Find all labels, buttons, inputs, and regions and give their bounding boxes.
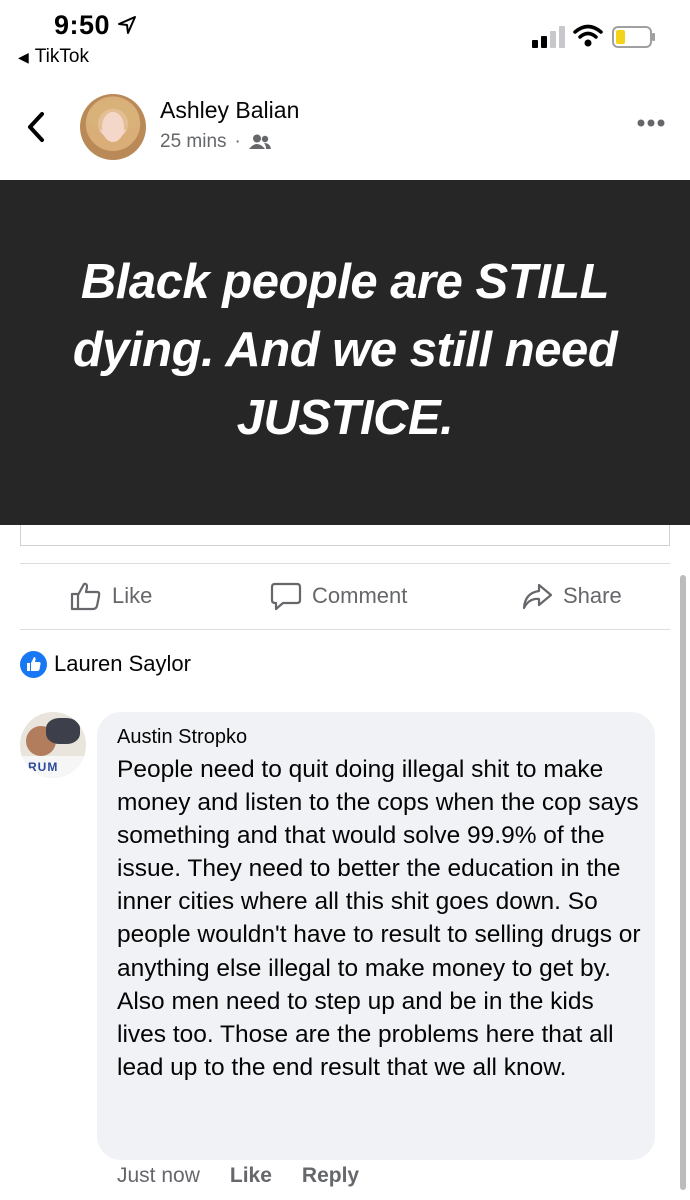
comment-bubble-icon [270, 582, 302, 611]
comment-button[interactable]: Comment [270, 580, 407, 612]
author-avatar[interactable] [80, 94, 146, 160]
comment-text: People need to quit doing illegal shit t… [117, 756, 641, 1081]
divider-top [20, 563, 670, 564]
share-label: Share [563, 583, 622, 608]
comment-like-button[interactable]: Like [230, 1164, 272, 1188]
back-triangle-icon: ◀ [18, 48, 29, 65]
meta-separator: · [234, 131, 241, 152]
comment-reply-button[interactable]: Reply [302, 1164, 359, 1188]
battery-icon [612, 26, 655, 48]
thumbs-up-icon [70, 582, 101, 611]
commenter-name[interactable]: Austin Stropko [117, 726, 247, 749]
post-card-edge [20, 525, 670, 546]
like-button[interactable]: Like [70, 580, 152, 612]
back-chevron-icon[interactable] [24, 110, 48, 144]
post-time: 25 mins [160, 131, 227, 152]
share-button[interactable]: Share [521, 580, 622, 612]
friends-audience-icon[interactable] [248, 134, 271, 150]
reactor-name[interactable]: Lauren Saylor [54, 651, 191, 677]
post-meta: 25 mins · [160, 131, 271, 153]
status-time: 9:50 [54, 10, 111, 40]
more-options-icon[interactable] [636, 118, 666, 128]
like-reaction-icon [20, 651, 47, 678]
post-image-text: Black people are STILL dying. And we sti… [72, 255, 618, 445]
like-label: Like [112, 583, 153, 608]
comment-actions: Just now Like Reply [117, 1164, 389, 1188]
back-app-label: TikTok [34, 46, 89, 67]
commenter-avatar[interactable]: RUM [20, 712, 86, 778]
back-to-app-link[interactable]: ◀ TikTok [18, 46, 89, 68]
location-arrow-icon [118, 16, 136, 34]
divider-bottom [20, 629, 670, 630]
post-author-name[interactable]: Ashley Balian [160, 97, 299, 124]
share-arrow-icon [522, 583, 553, 610]
scrollbar[interactable] [680, 575, 686, 1190]
cellular-signal-icon [532, 26, 565, 48]
comment-label: Comment [312, 583, 408, 608]
comment-time: Just now [117, 1164, 200, 1187]
wifi-icon [573, 24, 603, 47]
